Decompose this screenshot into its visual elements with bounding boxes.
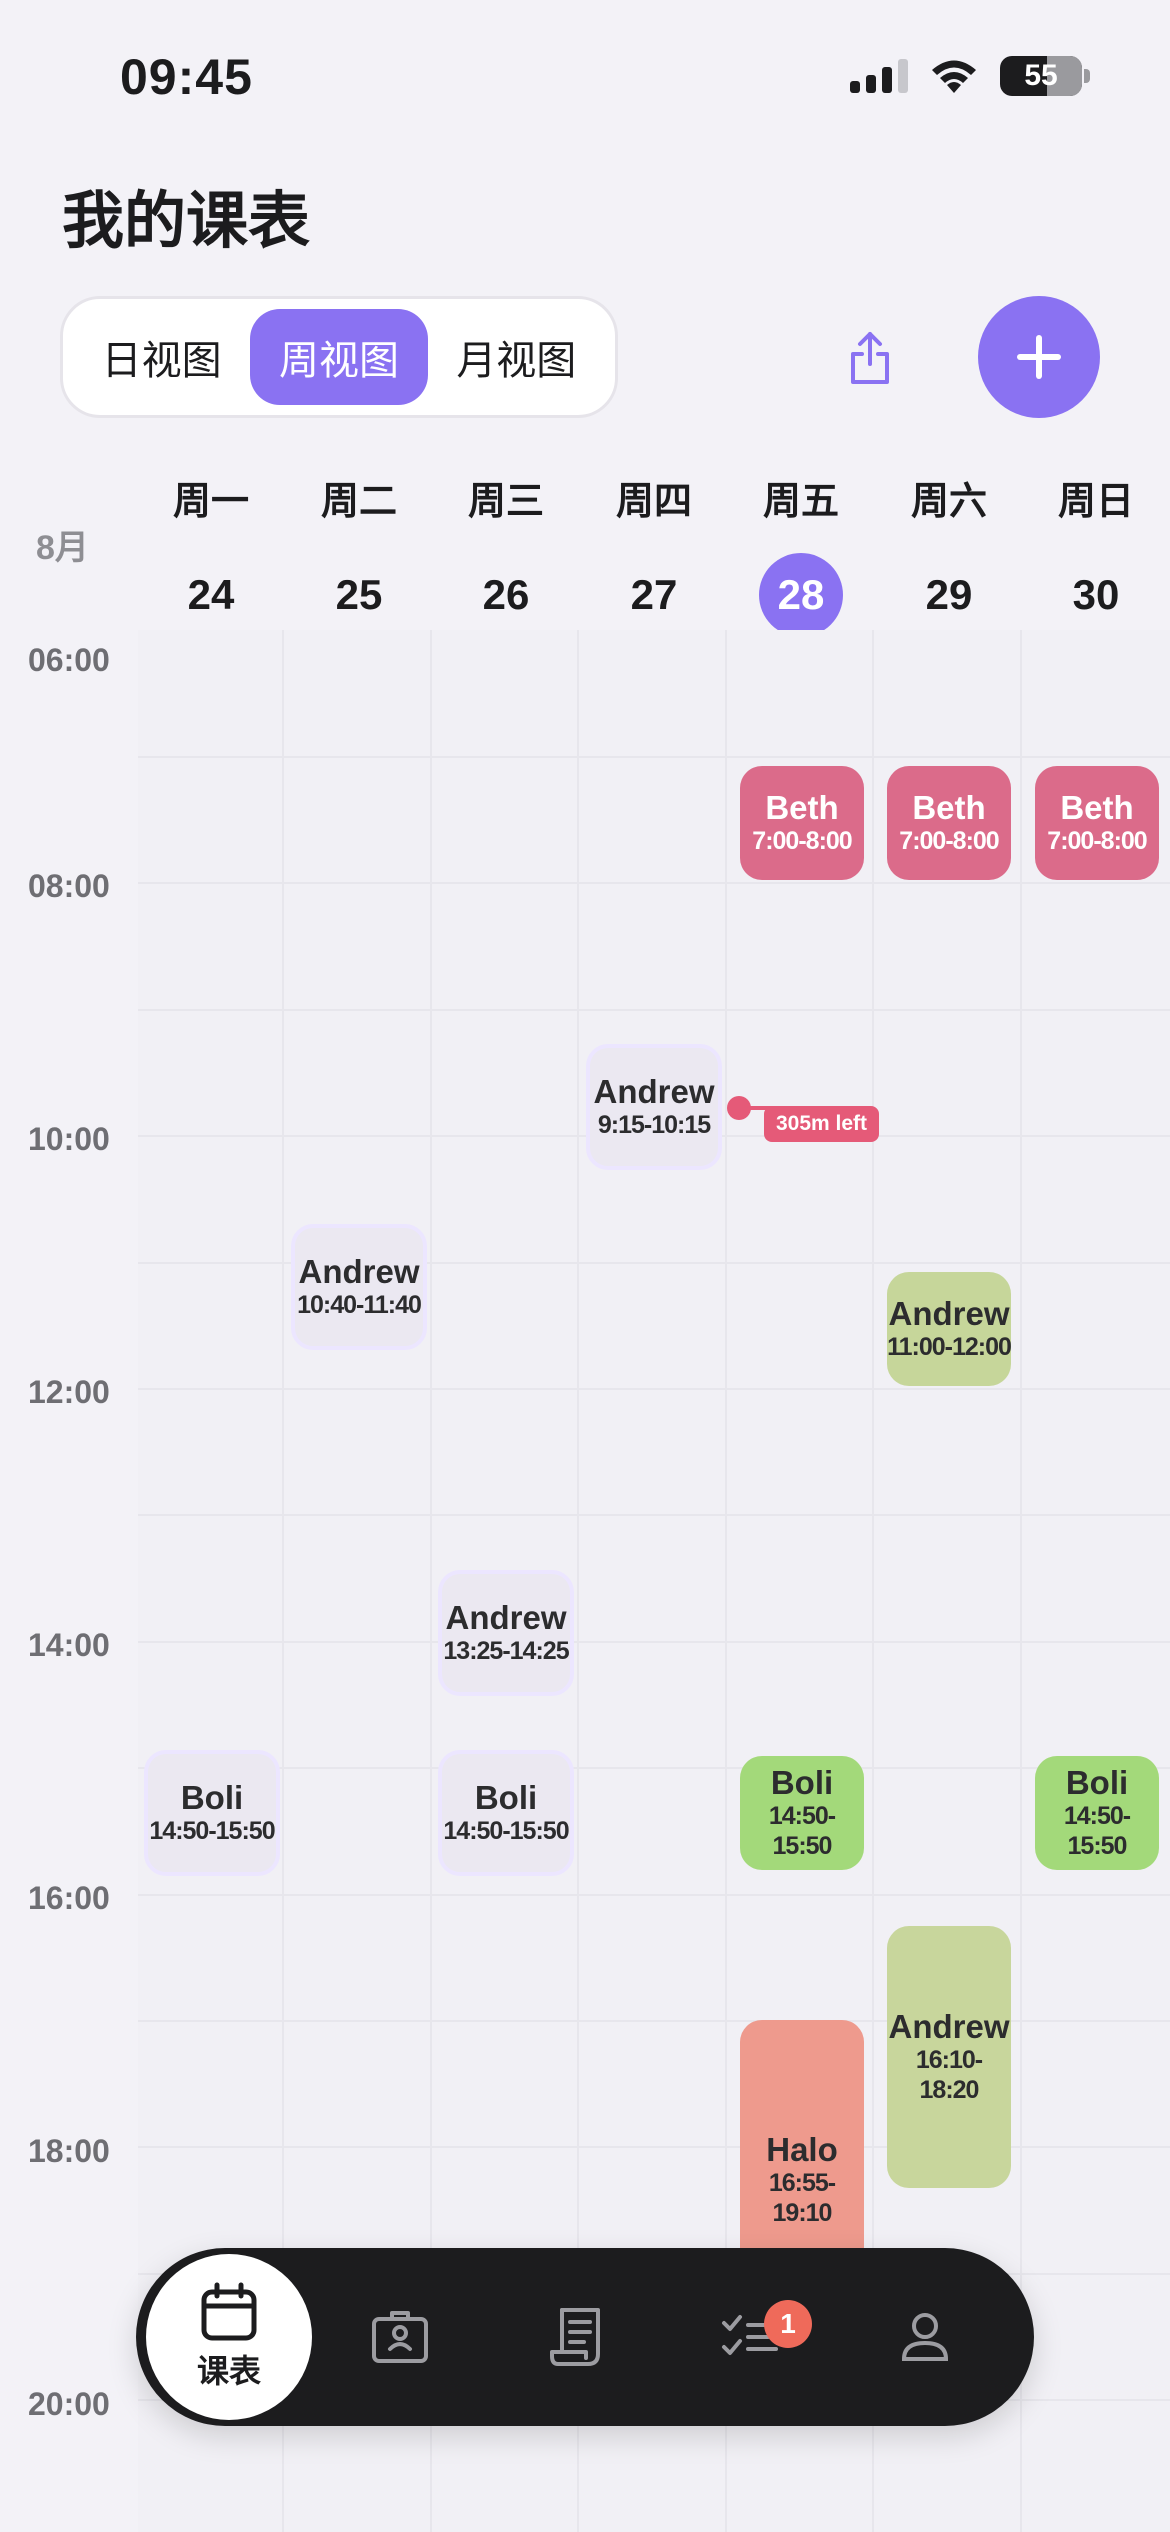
day-number[interactable]: 25 [285,553,433,637]
event-time: 14:50-15:50 [443,1817,569,1846]
event-time: 7:00-8:00 [1047,827,1147,856]
day-name-thu: 周四 [615,481,692,523]
event-time: 16:55-19:10 [768,2169,836,2228]
tab-tasks[interactable]: 1 [662,2258,837,2416]
time-label: 10:00 [28,1121,110,1157]
receipt-icon [549,2308,600,2366]
tab-month-view[interactable]: 月视图 [428,309,605,405]
person-icon [901,2313,948,2361]
time-label: 20:00 [28,2386,110,2422]
event-time: 16:10-18:20 [915,2046,983,2105]
signal-icon [850,59,908,93]
day-name-wed: 周三 [467,481,544,523]
event-name: Boli [180,1778,244,1816]
notification-badge: 1 [764,2300,812,2348]
event-name: Andrew [888,1294,1010,1332]
event-time: 7:00-8:00 [899,827,999,856]
tab-students[interactable] [312,2258,487,2416]
time-label: 08:00 [28,868,110,904]
tab-week-view[interactable]: 周视图 [250,309,428,405]
add-button[interactable] [978,296,1100,418]
time-label: 14:00 [28,1627,110,1663]
time-label: 06:00 [28,642,110,678]
event-card[interactable]: Beth 7:00-8:00 [740,766,864,880]
day-name-tue: 周二 [320,481,397,523]
tab-schedule[interactable]: 课表 [146,2254,312,2420]
event-name: Andrew [593,1072,715,1110]
event-name: Boli [770,1763,834,1801]
event-time: 14:50-15:50 [1063,1802,1131,1861]
status-time: 09:45 [120,49,253,105]
event-name: Boli [1065,1763,1129,1801]
event-card[interactable]: Boli 14:50-15:50 [1035,1756,1159,1870]
day-name-fri: 周五 [762,481,839,523]
share-icon [851,332,889,384]
month-label: 8月 [36,529,89,567]
tab-day-view[interactable]: 日视图 [73,309,250,405]
day-number[interactable]: 27 [580,553,728,637]
page-title: 我的课表 [62,187,311,256]
id-card-icon [371,2311,428,2363]
view-switcher: 日视图 周视图 月视图 [60,296,618,418]
tab-label: 课表 [196,2353,261,2389]
event-card[interactable]: Boli 14:50-15:50 [740,1756,864,1870]
event-card[interactable]: Beth 7:00-8:00 [887,766,1011,880]
battery-icon: 55 [1000,56,1082,96]
battery-level: 55 [1024,59,1058,92]
day-number-today[interactable]: 28 [727,553,875,637]
event-name: Andrew [888,2007,1010,2045]
time-label: 16:00 [28,1880,110,1916]
event-card[interactable]: Boli 14:50-15:50 [438,1750,574,1876]
event-card[interactable]: Andrew 10:40-11:40 [291,1224,427,1350]
day-name-sun: 周日 [1057,481,1134,523]
event-card[interactable]: Boli 14:50-15:50 [144,1750,280,1876]
time-label: 18:00 [28,2133,110,2169]
calendar-grid[interactable] [138,630,1170,2532]
day-number[interactable]: 26 [432,553,580,637]
event-name: Beth [765,788,839,826]
wifi-icon [932,60,976,93]
day-number[interactable]: 29 [875,553,1023,637]
event-time: 9:15-10:15 [597,1111,711,1140]
day-number[interactable]: 24 [137,553,285,637]
event-time: 14:50-15:50 [768,1802,836,1861]
event-card[interactable]: Andrew 16:10-18:20 [887,1926,1011,2188]
event-name: Boli [474,1778,538,1816]
event-name: Andrew [445,1598,567,1636]
time-label: 12:00 [28,1374,110,1410]
event-name: Beth [1060,788,1134,826]
event-card[interactable]: Andrew 9:15-10:15 [586,1044,722,1170]
day-name-mon: 周一 [172,481,249,523]
current-time-dot [727,1096,751,1120]
tab-records[interactable] [487,2258,662,2416]
event-time: 11:00-12:00 [887,1333,1011,1362]
day-name-sat: 周六 [910,481,987,523]
share-button[interactable] [834,322,906,394]
calendar-icon [201,2282,257,2341]
status-icons: 55 [850,56,1090,96]
event-name: Halo [766,2130,838,2168]
plus-icon [1017,335,1061,379]
event-time: 10:40-11:40 [297,1291,422,1320]
event-name: Andrew [298,1252,420,1290]
event-time: 13:25-14:25 [443,1637,569,1666]
event-card[interactable]: Andrew 11:00-12:00 [887,1272,1011,1386]
event-card[interactable]: Beth 7:00-8:00 [1035,766,1159,880]
event-time: 7:00-8:00 [752,827,852,856]
time-left-badge: 305m left [764,1106,880,1142]
event-time: 14:50-15:50 [149,1817,275,1846]
event-card[interactable]: Andrew 13:25-14:25 [438,1570,574,1696]
bottom-tab-bar: 课表 1 [136,2248,1034,2426]
day-number[interactable]: 30 [1022,553,1170,637]
tab-profile[interactable] [837,2258,1012,2416]
event-name: Beth [912,788,986,826]
